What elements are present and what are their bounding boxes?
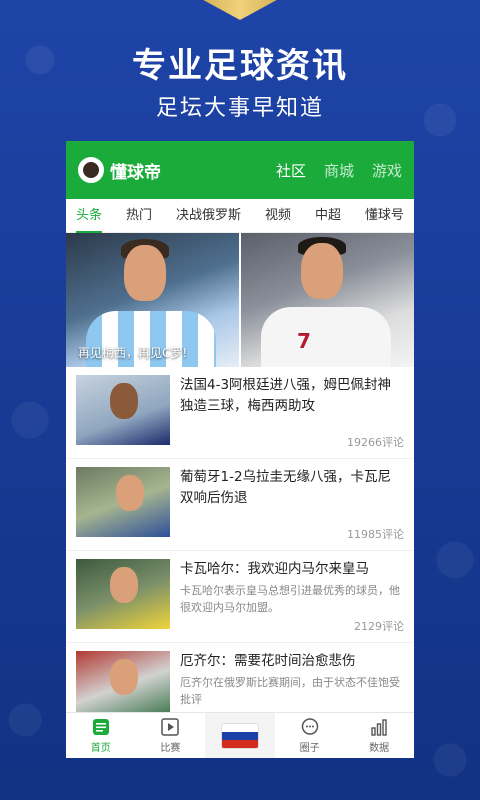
flag-stripe-white bbox=[221, 723, 258, 732]
news-title: 葡萄牙1-2乌拉圭无缘八强，卡瓦尼双响后伤退 bbox=[180, 469, 392, 506]
nav-matches[interactable]: 比赛 bbox=[136, 713, 206, 758]
list-item[interactable]: 卡瓦哈尔：我欢迎内马尔来皇马 卡瓦哈尔表示皇马总想引进最优秀的球员，他很欢迎内马… bbox=[66, 551, 414, 643]
news-thumbnail bbox=[76, 375, 170, 445]
banner-photo-messi: 再见梅西，再见C罗! bbox=[66, 233, 239, 367]
tab-games[interactable]: 游戏 bbox=[372, 160, 402, 181]
home-icon bbox=[92, 719, 109, 735]
player-face bbox=[110, 383, 138, 419]
nav-home[interactable]: 首页 bbox=[66, 713, 136, 758]
top-tabs: 社区 商城 游戏 bbox=[276, 160, 402, 181]
logo-avatar-icon bbox=[78, 157, 104, 183]
play-icon bbox=[161, 718, 180, 736]
jersey-number: 7 bbox=[297, 329, 311, 353]
featured-banner[interactable]: 再见梅西，再见C罗! 7 bbox=[66, 233, 414, 367]
flag-stripe-blue bbox=[221, 731, 258, 740]
news-thumbnail bbox=[76, 651, 170, 721]
app-header: 懂球帝 社区 商城 游戏 bbox=[66, 141, 414, 199]
app-screen: 懂球帝 社区 商城 游戏 头条 热门 决战俄罗斯 视频 中超 懂球号 再见梅西，… bbox=[66, 141, 414, 758]
news-description: 厄齐尔在俄罗斯比赛期间，由于状态不佳饱受批评 bbox=[180, 676, 400, 706]
news-list: 法国4-3阿根廷进八强，姆巴佩封神独造三球，梅西两助攻 19266评论 葡萄牙1… bbox=[66, 367, 414, 735]
comment-count: 11985评论 bbox=[347, 528, 404, 541]
category-csl[interactable]: 中超 bbox=[315, 204, 341, 227]
player-face bbox=[110, 567, 138, 603]
player-face bbox=[116, 475, 144, 511]
news-title: 法国4-3阿根廷进八强，姆巴佩封神独造三球，梅西两助攻 bbox=[180, 377, 392, 414]
comment-count: 2129评论 bbox=[354, 620, 404, 633]
tab-community[interactable]: 社区 bbox=[276, 160, 306, 181]
tab-mall[interactable]: 商城 bbox=[324, 160, 354, 181]
nav-label: 比赛 bbox=[160, 743, 181, 754]
nav-circle[interactable]: 圈子 bbox=[275, 713, 345, 758]
news-thumbnail bbox=[76, 467, 170, 537]
player-face bbox=[301, 243, 343, 299]
comment-count: 19266评论 bbox=[347, 436, 404, 449]
category-hot[interactable]: 热门 bbox=[126, 204, 152, 227]
nav-label: 首页 bbox=[90, 743, 111, 754]
news-title: 卡瓦哈尔：我欢迎内马尔来皇马 bbox=[180, 561, 369, 577]
logo-text: 懂球帝 bbox=[110, 162, 161, 183]
category-video[interactable]: 视频 bbox=[265, 204, 291, 227]
news-title: 厄齐尔：需要花时间治愈悲伤 bbox=[180, 653, 356, 669]
bottom-nav: 首页 比赛 圈子 数据 bbox=[66, 712, 414, 758]
nav-world-cup[interactable] bbox=[205, 713, 275, 758]
banner-photo-ronaldo: 7 bbox=[241, 233, 414, 367]
nav-data[interactable]: 数据 bbox=[344, 713, 414, 758]
player-face bbox=[110, 659, 138, 695]
list-item[interactable]: 葡萄牙1-2乌拉圭无缘八强，卡瓦尼双响后伤退 11985评论 bbox=[66, 459, 414, 551]
nav-label: 圈子 bbox=[299, 743, 320, 754]
category-bar: 头条 热门 决战俄罗斯 视频 中超 懂球号 bbox=[66, 199, 414, 233]
jersey-portugal bbox=[261, 307, 391, 367]
flag-stripe-red bbox=[221, 739, 258, 748]
category-headlines[interactable]: 头条 bbox=[76, 204, 103, 233]
app-logo[interactable]: 懂球帝 bbox=[78, 157, 161, 183]
bar-chart-icon bbox=[371, 719, 387, 736]
category-russia[interactable]: 决战俄罗斯 bbox=[176, 204, 241, 227]
promo-headline: 专业足球资讯 bbox=[132, 46, 348, 86]
player-face bbox=[124, 245, 166, 301]
chat-icon bbox=[301, 718, 318, 735]
banner-caption: 再见梅西，再见C罗! bbox=[78, 346, 188, 360]
list-item[interactable]: 法国4-3阿根廷进八强，姆巴佩封神独造三球，梅西两助攻 19266评论 bbox=[66, 367, 414, 459]
news-thumbnail bbox=[76, 559, 170, 629]
category-dongqiu-hao[interactable]: 懂球号 bbox=[365, 204, 404, 227]
promo-subline: 足坛大事早知道 bbox=[155, 96, 324, 121]
russia-flag-icon bbox=[221, 723, 258, 748]
news-description: 卡瓦哈尔表示皇马总想引进最优秀的球员，他很欢迎内马尔加盟。 bbox=[180, 584, 400, 614]
nav-label: 数据 bbox=[369, 743, 390, 754]
